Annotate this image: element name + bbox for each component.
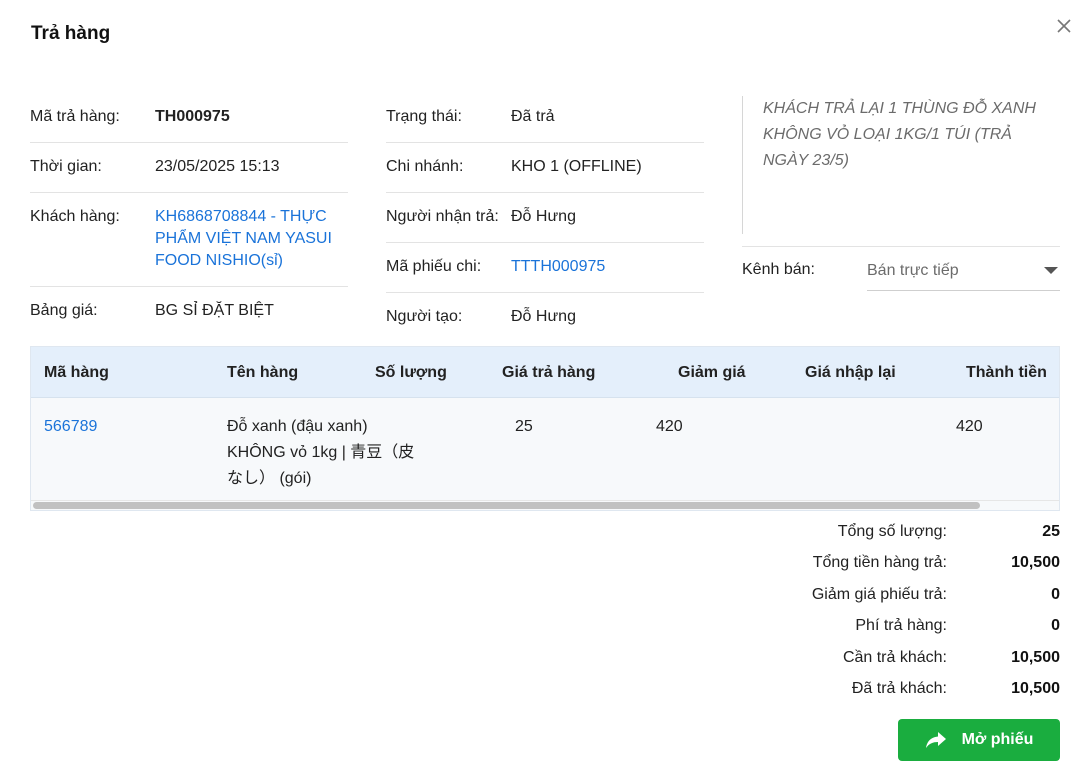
- paid-value: 10,500: [1011, 680, 1060, 698]
- to-pay-row: Cần trả khách: 10,500: [700, 642, 1060, 674]
- price-list-row: Bảng giá: BG SỈ ĐẶT BIỆT: [30, 287, 348, 336]
- customer-label: Khách hàng:: [30, 208, 120, 225]
- open-ticket-label: Mở phiếu: [961, 731, 1034, 748]
- customer-link[interactable]: KH6868708844 - THỰC PHẨM VIỆT NAM YASUI …: [155, 206, 348, 272]
- branch-label: Chi nhánh:: [386, 158, 464, 175]
- totals-summary: Tổng số lượng: 25 Tổng tiền hàng trả: 10…: [700, 516, 1060, 705]
- paid-row: Đã trả khách: 10,500: [700, 674, 1060, 706]
- total-goods-row: Tổng tiền hàng trả: 10,500: [700, 548, 1060, 580]
- total-goods-value: 10,500: [1011, 554, 1060, 572]
- return-code-row: Mã trả hàng: TH000975: [30, 93, 348, 143]
- time-label: Thời gian:: [30, 158, 102, 175]
- fee-value: 0: [1051, 617, 1060, 635]
- total-goods-label: Tổng tiền hàng trả:: [812, 554, 947, 572]
- to-pay-value: 10,500: [1011, 648, 1060, 666]
- item-code-link[interactable]: 566789: [44, 414, 97, 440]
- channel-label: Kênh bán:: [742, 261, 815, 278]
- close-icon[interactable]: [1052, 14, 1076, 38]
- table-header: Mã hàng Tên hàng Số lượng Giá trả hàng G…: [31, 347, 1059, 398]
- creator-label: Người tạo:: [386, 308, 463, 325]
- paid-label: Đã trả khách:: [851, 680, 947, 698]
- table-row: 566789 Đỗ xanh (đậu xanh) KHÔNG vỏ 1kg |…: [31, 398, 1059, 502]
- info-column-left: Mã trả hàng: TH000975 Thời gian: 23/05/2…: [30, 93, 348, 336]
- status-row: Trạng thái: Đã trả: [386, 93, 704, 143]
- channel-select[interactable]: Bán trực tiếp: [867, 251, 1060, 291]
- price-list-value: BG SỈ ĐẶT BIỆT: [155, 302, 274, 319]
- chevron-down-icon: [1044, 267, 1058, 274]
- receiver-value: Đỗ Hưng: [511, 208, 576, 225]
- discount-row: Giảm giá phiếu trả: 0: [700, 579, 1060, 611]
- receiver-label: Người nhận trả:: [386, 208, 499, 225]
- item-name-line: Đỗ xanh (đậu xanh): [227, 418, 368, 435]
- info-column-middle: Trạng thái: Đã trả Chi nhánh: KHO 1 (OFF…: [386, 93, 704, 342]
- discount-label: Giảm giá phiếu trả:: [811, 585, 947, 603]
- payment-code-label: Mã phiếu chi:: [386, 258, 482, 275]
- price-list-label: Bảng giá:: [30, 302, 98, 319]
- receiver-row: Người nhận trả: Đỗ Hưng: [386, 193, 704, 243]
- item-name: Đỗ xanh (đậu xanh) KHÔNG vỏ 1kg | 青豆（皮 な…: [227, 414, 437, 492]
- col-header-name: Tên hàng: [227, 364, 299, 381]
- col-header-return-price: Giá trả hàng: [502, 364, 596, 381]
- channel-selected-value: Bán trực tiếp: [867, 261, 959, 279]
- col-header-code: Mã hàng: [44, 364, 109, 381]
- fee-row: Phí trả hàng: 0: [700, 611, 1060, 643]
- return-code-value: TH000975: [155, 108, 230, 125]
- open-ticket-button[interactable]: Mở phiếu: [898, 719, 1060, 761]
- col-header-discount: Giảm giá: [678, 364, 746, 381]
- payment-code-row: Mã phiếu chi: TTTH000975: [386, 243, 704, 293]
- branch-value: KHO 1 (OFFLINE): [511, 158, 642, 175]
- item-return-price[interactable]: 420: [656, 414, 683, 440]
- item-name-line: なし） (gói): [227, 470, 312, 487]
- status-label: Trạng thái:: [386, 108, 462, 125]
- customer-row: Khách hàng: KH6868708844 - THỰC PHẨM VIỆ…: [30, 193, 348, 287]
- total-qty-row: Tổng số lượng: 25: [700, 516, 1060, 548]
- creator-value: Đỗ Hưng: [511, 308, 576, 325]
- discount-value: 0: [1051, 585, 1060, 603]
- scrollbar-thumb[interactable]: [33, 502, 980, 509]
- divider: [742, 246, 1060, 247]
- total-qty-label: Tổng số lượng:: [837, 522, 947, 540]
- note-text[interactable]: KHÁCH TRẢ LẠI 1 THÙNG ĐỖ XANH KHÔNG VỎ L…: [742, 96, 1060, 234]
- total-qty-value: 25: [1042, 522, 1060, 540]
- col-header-qty: Số lượng: [375, 364, 447, 381]
- col-header-reimport-price: Giá nhập lại: [805, 364, 896, 381]
- share-arrow-icon: [925, 732, 946, 748]
- creator-row: Người tạo: Đỗ Hưng: [386, 293, 704, 342]
- status-value: Đã trả: [511, 108, 555, 125]
- col-header-total: Thành tiền: [966, 364, 1047, 381]
- dialog-title: Trả hàng: [31, 23, 111, 44]
- item-total: 420: [956, 418, 983, 435]
- fee-label: Phí trả hàng:: [855, 617, 947, 635]
- return-code-label: Mã trả hàng:: [30, 108, 120, 125]
- to-pay-label: Cần trả khách:: [842, 648, 947, 666]
- time-value: 23/05/2025 15:13: [155, 158, 280, 175]
- items-table: Mã hàng Tên hàng Số lượng Giá trả hàng G…: [30, 346, 1060, 511]
- branch-row: Chi nhánh: KHO 1 (OFFLINE): [386, 143, 704, 193]
- item-name-line: KHÔNG vỏ 1kg | 青豆（皮: [227, 444, 415, 461]
- payment-code-link[interactable]: TTTH000975: [511, 256, 704, 278]
- time-row: Thời gian: 23/05/2025 15:13: [30, 143, 348, 193]
- item-qty[interactable]: 25: [515, 414, 533, 440]
